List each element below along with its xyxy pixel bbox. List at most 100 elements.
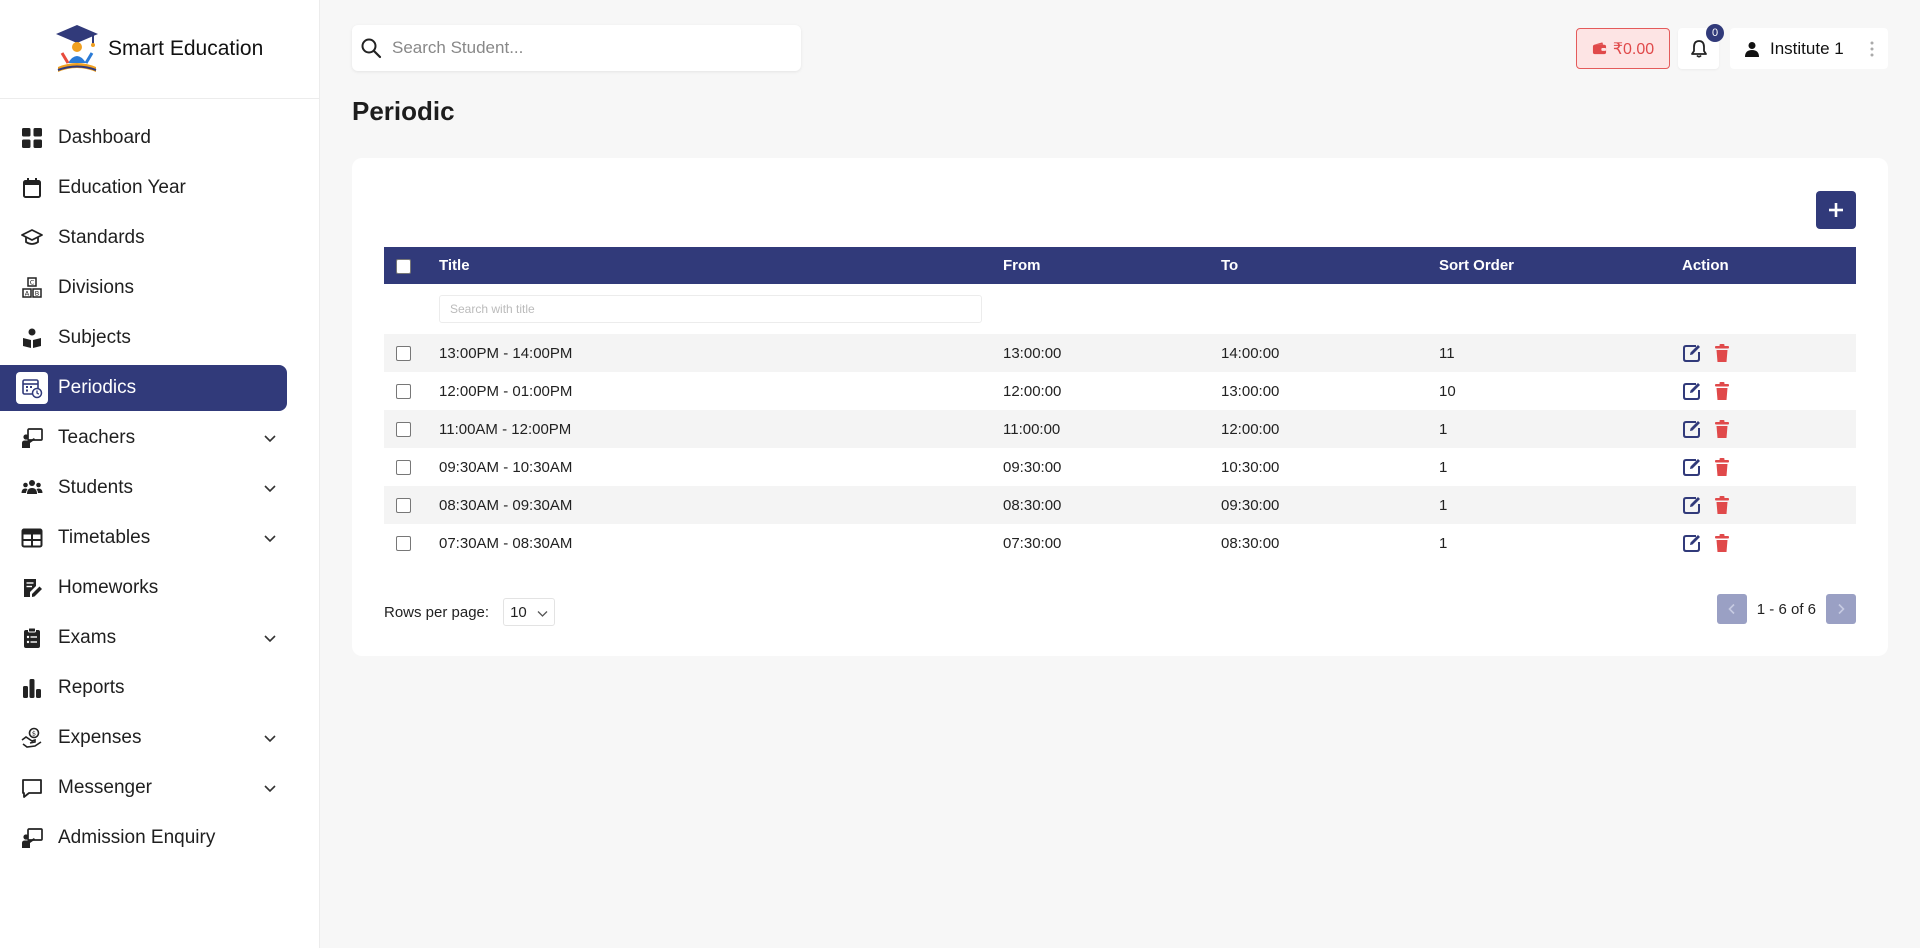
page-title: Periodic <box>352 96 455 126</box>
search-input[interactable] <box>392 38 782 58</box>
rows-per-page-value: 10 <box>510 603 527 621</box>
row-actions <box>1682 524 1856 562</box>
delete-icon[interactable] <box>1712 495 1732 515</box>
sidebar-item-label: Dashboard <box>58 127 151 148</box>
svg-text:C: C <box>30 279 35 287</box>
rows-per-page: Rows per page: 10 <box>384 598 556 626</box>
sidebar-item-students[interactable]: Students <box>0 465 287 511</box>
edit-icon[interactable] <box>1682 419 1702 439</box>
sidebar-item-label: Expenses <box>58 727 142 748</box>
cell-to: 14:00:00 <box>1221 344 1280 362</box>
sidebar-item-label: Divisions <box>58 277 135 298</box>
cell-sort-order: 1 <box>1439 496 1448 514</box>
cell-title: 11:00AM - 12:00PM <box>439 420 572 438</box>
abc-blocks-icon: CAB <box>16 272 48 304</box>
cell-sort-order: 11 <box>1439 344 1455 362</box>
row-checkbox[interactable] <box>396 536 411 552</box>
more-vertical-icon[interactable] <box>1864 40 1880 58</box>
chevron-down-icon[interactable] <box>263 781 277 795</box>
edit-icon[interactable] <box>1682 457 1702 477</box>
delete-icon[interactable] <box>1712 381 1732 401</box>
row-checkbox[interactable] <box>396 460 411 476</box>
sidebar-item-expenses[interactable]: $ Expenses <box>0 715 287 761</box>
chevron-down-icon[interactable] <box>263 431 277 445</box>
column-header-to[interactable]: To <box>1221 247 1439 284</box>
svg-text:$: $ <box>32 730 36 738</box>
rows-per-page-label: Rows per page: <box>384 603 490 621</box>
chevron-down-icon[interactable] <box>263 531 277 545</box>
chevron-left-icon <box>1728 603 1735 615</box>
sidebar-item-timetables[interactable]: Timetables <box>0 515 287 561</box>
sidebar-item-label: Messenger <box>58 777 152 798</box>
table-header-row: Title From To Sort Order Action <box>384 247 1856 284</box>
sidebar-item-periodics[interactable]: Periodics <box>0 365 287 411</box>
sidebar-item-reports[interactable]: Reports <box>0 665 287 711</box>
sidebar-item-label: Periodics <box>58 377 137 398</box>
chevron-down-icon[interactable] <box>263 631 277 645</box>
edit-icon[interactable] <box>1682 343 1702 363</box>
cell-sort-order: 1 <box>1439 458 1448 476</box>
notification-count-badge: 0 <box>1706 24 1724 42</box>
periodic-card: Title From To Sort Order Action 13:00PM … <box>352 158 1888 656</box>
sidebar-item-label: Subjects <box>58 327 131 348</box>
edit-icon[interactable] <box>1682 495 1702 515</box>
sidebar-item-subjects[interactable]: Subjects <box>0 315 287 361</box>
delete-icon[interactable] <box>1712 457 1732 477</box>
sidebar-item-admission-enquiry[interactable]: Admission Enquiry <box>0 815 287 861</box>
column-header-from[interactable]: From <box>1003 247 1221 284</box>
chevron-down-icon[interactable] <box>263 731 277 745</box>
cell-sort-order: 1 <box>1439 420 1448 438</box>
brand-name: Smart Education <box>108 37 264 60</box>
subject-reader-icon <box>16 322 48 354</box>
brand[interactable]: Smart Education <box>0 0 319 99</box>
cell-to: 09:30:00 <box>1221 496 1280 514</box>
row-checkbox[interactable] <box>396 498 411 514</box>
cell-to: 08:30:00 <box>1221 534 1280 552</box>
clipboard-list-icon <box>16 622 48 654</box>
select-all-checkbox[interactable] <box>396 258 411 274</box>
sidebar: Smart Education Dashboard Education Year… <box>0 0 320 948</box>
delete-icon[interactable] <box>1712 419 1732 439</box>
chevron-down-icon[interactable] <box>263 481 277 495</box>
student-search[interactable] <box>352 25 801 71</box>
hand-money-icon: $ <box>16 722 48 754</box>
rows-per-page-select[interactable]: 10 <box>503 598 556 626</box>
logo <box>56 25 98 72</box>
next-page-button[interactable] <box>1826 594 1856 624</box>
cell-title: 13:00PM - 14:00PM <box>439 344 573 362</box>
row-actions <box>1682 410 1856 448</box>
sidebar-item-label: Students <box>58 477 133 498</box>
user-menu[interactable]: Institute 1 <box>1730 28 1888 69</box>
user-icon <box>1745 41 1759 57</box>
wallet-balance-button[interactable]: ₹0.00 <box>1576 28 1670 69</box>
search-icon <box>361 38 382 59</box>
sidebar-item-education-year[interactable]: Education Year <box>0 165 287 211</box>
edit-icon[interactable] <box>1682 533 1702 553</box>
table-icon <box>16 522 48 554</box>
row-checkbox[interactable] <box>396 346 411 362</box>
previous-page-button[interactable] <box>1716 594 1747 624</box>
table-row: 09:30AM - 10:30AM 09:30:00 10:30:00 1 <box>384 448 1856 486</box>
column-header-title[interactable]: Title <box>439 247 1003 284</box>
cell-title: 12:00PM - 01:00PM <box>439 382 573 400</box>
edit-icon[interactable] <box>1682 381 1702 401</box>
row-checkbox[interactable] <box>396 384 411 400</box>
sidebar-item-teachers[interactable]: Teachers <box>0 415 287 461</box>
title-filter-input[interactable] <box>439 295 982 323</box>
select-all-cell <box>384 247 439 284</box>
add-periodic-button[interactable] <box>1816 191 1856 229</box>
delete-icon[interactable] <box>1712 343 1732 363</box>
sidebar-item-standards[interactable]: Standards <box>0 215 287 261</box>
teacher-board-icon <box>16 822 48 854</box>
sidebar-item-exams[interactable]: Exams <box>0 615 287 661</box>
user-name: Institute 1 <box>1770 38 1844 58</box>
sidebar-item-dashboard[interactable]: Dashboard <box>0 115 287 161</box>
cell-title: 07:30AM - 08:30AM <box>439 534 573 552</box>
delete-icon[interactable] <box>1712 533 1732 553</box>
message-icon <box>16 772 48 804</box>
sidebar-item-homeworks[interactable]: Homeworks <box>0 565 287 611</box>
sidebar-item-messenger[interactable]: Messenger <box>0 765 287 811</box>
row-checkbox[interactable] <box>396 422 411 438</box>
sidebar-item-divisions[interactable]: CAB Divisions <box>0 265 287 311</box>
column-header-sort-order[interactable]: Sort Order <box>1439 247 1682 284</box>
